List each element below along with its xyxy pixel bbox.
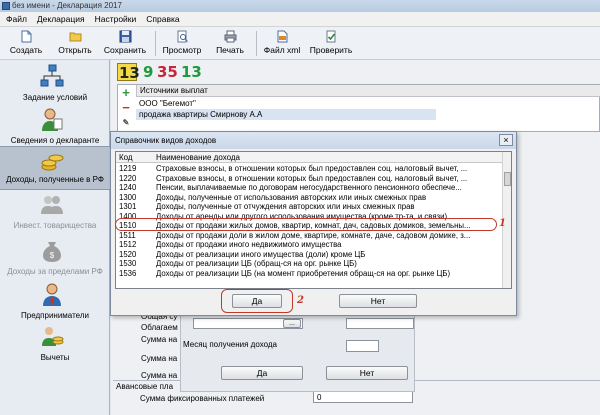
month-input[interactable] [346, 340, 379, 352]
source-row[interactable]: ООО "Бегемот" [136, 98, 436, 109]
toolbar: Создать Открыть Сохранить Просмотр Печат… [0, 27, 600, 60]
check-icon [326, 30, 335, 43]
sidebar-item-label: Доходы, полученные в РФ [6, 175, 104, 184]
coins-icon [41, 154, 64, 171]
column-name[interactable]: Наименование дохода [156, 152, 240, 163]
edit-source-icon[interactable]: ✎ [121, 118, 131, 128]
app-icon [2, 2, 10, 10]
sidebar: Задание условий Сведения о декларанте До… [0, 60, 110, 415]
sidebar-item-label: Вычеты [40, 353, 70, 362]
list-item[interactable]: 1300 Доходы, полученные от использования … [116, 193, 504, 202]
menu-declaration[interactable]: Декларация [37, 14, 85, 24]
menu-settings[interactable]: Настройки [95, 14, 137, 24]
preview-button[interactable]: Просмотр [160, 29, 204, 58]
check-label: Проверить [309, 45, 353, 55]
print-label: Печать [216, 45, 244, 55]
month-label: Месяц получения дохода [183, 340, 277, 349]
form-no-button[interactable]: Нет [326, 366, 408, 380]
income-types-dialog: Справочник видов доходов × Код Наименова… [110, 131, 517, 316]
highlight-oval [221, 289, 293, 313]
column-code[interactable]: Код [119, 152, 133, 163]
svg-text:$: $ [50, 251, 55, 260]
list-item[interactable]: 1512 Доходы от продажи иного недвижимого … [116, 240, 504, 249]
income-amount-field[interactable] [346, 318, 414, 329]
sidebar-item-deductions[interactable]: Вычеты [0, 322, 110, 372]
list-item[interactable]: 1220 Страховые взносы, в отношении которы… [116, 174, 504, 183]
people-icon [41, 196, 63, 214]
fixed-payments-input[interactable]: 0 [313, 391, 413, 403]
list-item[interactable]: 1530 Доходы от реализации ЦБ (обращ-ся на… [116, 259, 504, 268]
new-document-icon [21, 30, 31, 43]
create-button[interactable]: Создать [8, 29, 44, 58]
form-ok-button[interactable]: Да [221, 366, 303, 380]
print-button[interactable]: Печать [212, 29, 248, 58]
form-label: Облагаем [141, 323, 178, 332]
title-bar: без имени - Декларация 2017 [0, 0, 600, 12]
xml-file-button[interactable]: Файл xml [262, 29, 302, 58]
list-item[interactable]: 1240 Пенсии, выплачиваемые по договорам н… [116, 183, 504, 192]
tab-rate-13[interactable]: 13 [117, 63, 140, 82]
deductions-icon [42, 327, 64, 346]
sources-header: Источники выплат [136, 85, 600, 97]
list-item[interactable]: 1520 Доходы от реализации иного имущества… [116, 250, 504, 259]
sidebar-item-invest-partnership[interactable]: Инвест. товарищества [0, 190, 110, 240]
save-label: Сохранить [103, 45, 147, 55]
form-label: Сумма на [141, 371, 178, 380]
dialog-title: Справочник видов доходов [111, 132, 516, 149]
menu-bar: Файл Декларация Настройки Справка [0, 12, 600, 27]
scrollbar-thumb[interactable] [504, 172, 511, 186]
annotation-1: 1 [499, 218, 506, 229]
list-item[interactable]: 1301 Доходы, полученные от отчуждения авт… [116, 202, 504, 211]
sidebar-item-label: Инвест. товарищества [13, 221, 97, 230]
list-header: Код Наименование дохода [116, 152, 504, 163]
form-label: Сумма на [141, 354, 178, 363]
list-item[interactable]: 1536 Доходы от реализации ЦБ (на момент п… [116, 269, 504, 278]
businessman-icon [43, 283, 61, 306]
annotation-2: 2 [297, 295, 304, 306]
floppy-icon [119, 30, 131, 43]
toolbar-separator [155, 31, 156, 56]
toolbar-separator [256, 31, 257, 56]
list-item[interactable]: 1511 Доходы от продажи доли в жилом доме,… [116, 231, 504, 240]
advance-payments-group-label: Авансовые пла [116, 382, 174, 391]
preview-icon [177, 30, 188, 43]
sidebar-item-income-rf[interactable]: Доходы, полученные в РФ [0, 146, 110, 190]
network-icon [40, 64, 64, 87]
highlight-oval [115, 218, 497, 231]
fixed-payments-label: Сумма фиксированных платежей [140, 394, 265, 403]
sidebar-item-label: Сведения о декларанте [10, 136, 100, 145]
create-label: Создать [9, 45, 43, 55]
close-icon[interactable]: × [499, 134, 513, 146]
dialog-no-button[interactable]: Нет [339, 294, 417, 308]
tab-rate-9[interactable]: 9 [143, 63, 153, 81]
add-source-icon[interactable]: + [121, 86, 131, 99]
sidebar-item-label: Доходы за пределами РФ [7, 267, 103, 276]
printer-icon [224, 30, 236, 43]
window-title: без имени - Декларация 2017 [12, 1, 122, 10]
menu-file[interactable]: Файл [6, 14, 27, 24]
sidebar-item-label: Задание условий [22, 93, 88, 102]
list-item[interactable]: 1219 Страховые взносы, в отношении которы… [116, 164, 504, 173]
moneybag-icon: $ [43, 242, 61, 262]
sidebar-item-income-abroad[interactable]: $ Доходы за пределами РФ [0, 236, 110, 286]
check-button[interactable]: Проверить [308, 29, 354, 58]
save-button[interactable]: Сохранить [103, 29, 147, 58]
xml-file-label: Файл xml [263, 45, 301, 55]
source-row[interactable]: продажа квартиры Смирнову А.А [136, 109, 436, 120]
folder-icon [69, 32, 81, 42]
sidebar-item-label: Предприниматели [21, 311, 89, 320]
form-label: Сумма на [141, 335, 178, 344]
person-icon [42, 108, 63, 131]
income-sources-panel: Источники выплат + − ✎ ООО "Бегемот" про… [117, 84, 600, 132]
preview-label: Просмотр [162, 45, 202, 55]
remove-source-icon[interactable]: − [121, 101, 131, 114]
ellipsis-button[interactable]: ... [283, 319, 301, 328]
open-button[interactable]: Открыть [57, 29, 93, 58]
rate-tabs: 13 9 35 13 [117, 63, 217, 82]
tab-rate-13-nonresident[interactable]: 13 [181, 63, 202, 81]
xml-file-icon [277, 30, 287, 43]
tab-rate-35[interactable]: 35 [157, 63, 178, 81]
menu-help[interactable]: Справка [146, 14, 179, 24]
open-label: Открыть [58, 45, 92, 55]
